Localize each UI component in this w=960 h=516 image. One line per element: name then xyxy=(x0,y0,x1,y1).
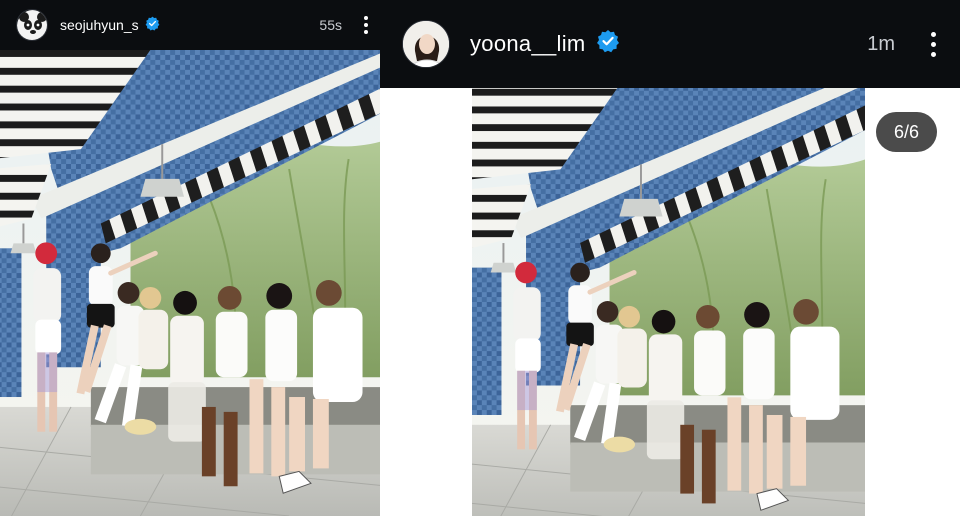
verified-badge-icon xyxy=(596,29,620,59)
right-story-header: yoona__lim 1m xyxy=(380,0,960,88)
right-story-photo[interactable] xyxy=(472,88,865,516)
left-story-panel: seojuhyun_s 55s xyxy=(0,0,380,516)
verified-badge-icon xyxy=(145,16,160,34)
profile-avatar-icon[interactable] xyxy=(402,20,450,68)
right-username-row[interactable]: yoona__lim xyxy=(470,29,620,59)
more-options-icon[interactable] xyxy=(931,29,936,59)
right-username[interactable]: yoona__lim xyxy=(470,31,586,57)
left-story-time: 55s xyxy=(319,17,342,33)
more-options-icon[interactable] xyxy=(364,15,368,36)
right-story-time: 1m xyxy=(867,32,895,55)
page-counter-badge: 6/6 xyxy=(876,112,937,152)
left-username-row[interactable]: seojuhyun_s xyxy=(60,16,160,34)
panda-avatar-icon[interactable] xyxy=(16,9,48,41)
left-story-header: seojuhyun_s 55s xyxy=(0,0,380,50)
left-story-photo[interactable] xyxy=(0,50,380,516)
right-story-panel: yoona__lim 1m 6/6 xyxy=(380,0,960,516)
left-username[interactable]: seojuhyun_s xyxy=(60,17,139,33)
